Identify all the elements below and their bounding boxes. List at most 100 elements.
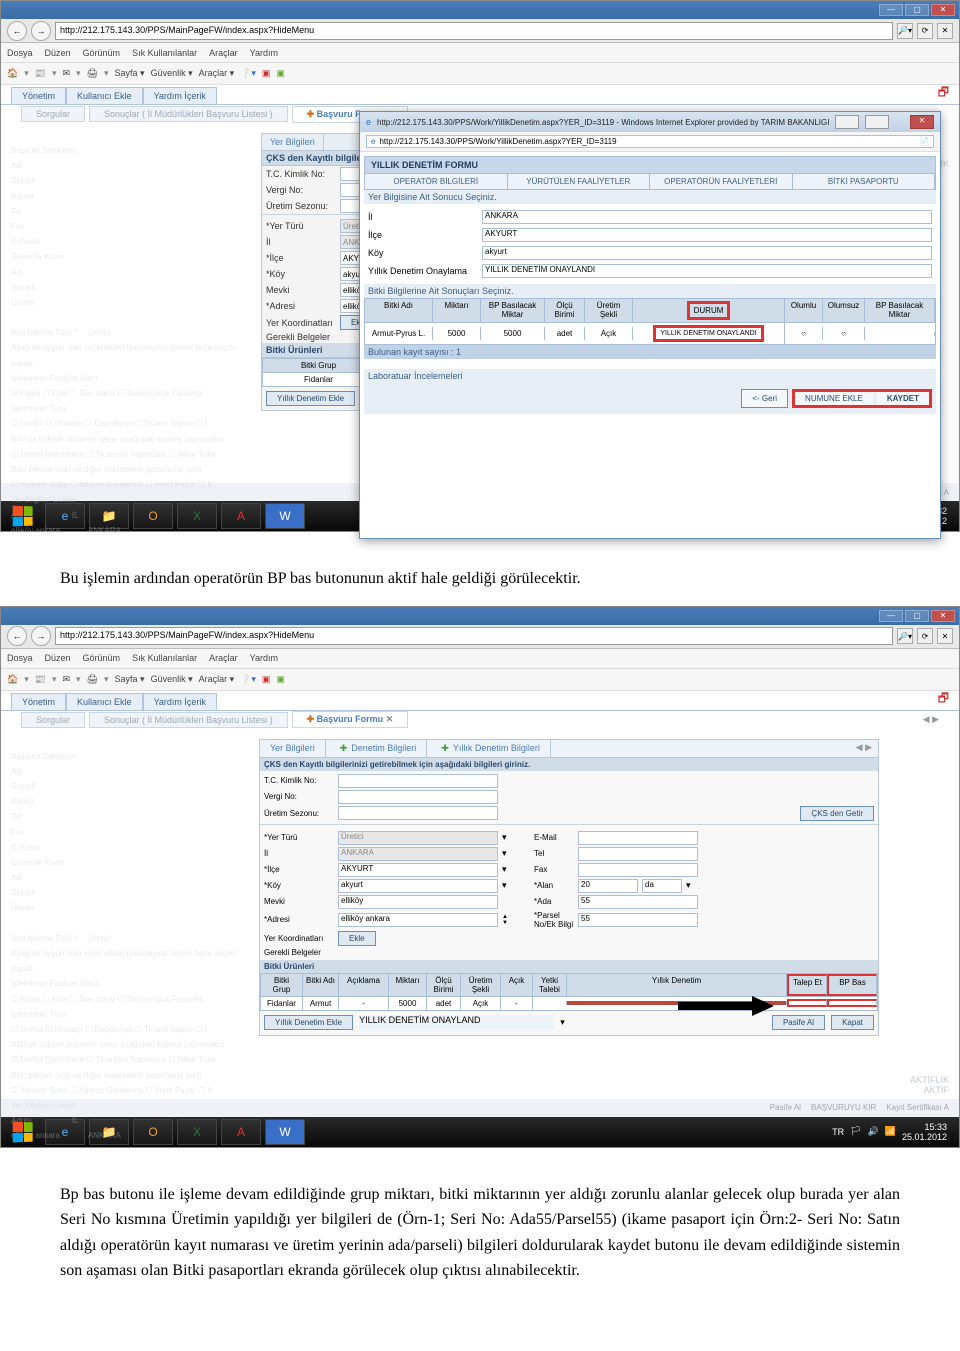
toolbar-icon-1[interactable]: ▣ [262, 674, 271, 685]
close-button[interactable]: ✕ [931, 4, 955, 16]
tab-bitki-pasaport[interactable]: BİTKİ PASAPORTU [793, 174, 936, 189]
inp-alan-unit[interactable]: da [642, 879, 682, 893]
btn-denetim-ekle[interactable]: Yıllık Denetim Ekle [264, 1015, 353, 1030]
tab-sorgular[interactable]: Sorgular [21, 106, 85, 122]
help-icon[interactable]: ❔▾ [240, 68, 256, 79]
taskbar-word-icon[interactable]: W [265, 503, 305, 529]
refresh-icon[interactable]: ⟳ [917, 628, 933, 644]
tab-yonetim[interactable]: Yönetim [11, 87, 66, 104]
search-dropdown[interactable]: 🔎▾ [897, 628, 913, 644]
url-field[interactable]: http://212.175.143.30/PPS/MainPageFW/ind… [55, 22, 893, 40]
inp-il[interactable]: ANKARA [338, 847, 498, 861]
search-dropdown[interactable]: 🔎▾ [897, 23, 913, 39]
menu-dosya[interactable]: Dosya [7, 48, 33, 58]
tab-operator[interactable]: OPERATÖR BİLGİLERİ [365, 174, 508, 189]
tab-yonetim[interactable]: Yönetim [11, 693, 66, 710]
back-button[interactable]: ← [7, 626, 27, 646]
tab-yer-bilgileri[interactable]: Yer Bilgileri [262, 134, 324, 150]
inp-ada[interactable]: 55 [578, 895, 698, 909]
home-icon[interactable]: 🏠 [7, 68, 18, 79]
popup-url[interactable]: e http://212.175.143.30/PPS/Work/YillikD… [366, 135, 934, 148]
popup-close[interactable]: ✕ [910, 115, 934, 129]
btn-pasife-al[interactable]: Pasife Al [772, 1015, 825, 1030]
tray-speaker-icon[interactable]: 🔊 [868, 1126, 879, 1137]
menu-sik[interactable]: Sık Kullanılanlar [132, 48, 197, 58]
btn-kaydet[interactable]: KAYDET [877, 392, 929, 405]
inp-fax[interactable] [578, 863, 698, 877]
stop-icon[interactable]: ✕ [937, 628, 953, 644]
tab-basvuru[interactable]: ✚ Başvuru Formu ✕ [292, 711, 409, 728]
tab-yurutulen[interactable]: YÜRÜTÜLEN FAALİYETLER [508, 174, 651, 189]
menu-gorunum[interactable]: Görünüm [83, 653, 121, 663]
popup-minimize[interactable] [835, 115, 859, 129]
inp-ilce[interactable]: AKYURT [338, 863, 498, 877]
page-menu[interactable]: Sayfa ▾ [115, 674, 145, 685]
toolbar-icon-2[interactable]: ▣ [276, 68, 285, 79]
tab-sonuclar[interactable]: Sonuçlar ( İl Müdürlükleri Başvuru Liste… [89, 106, 288, 122]
home-icon[interactable]: 🏠 [7, 674, 18, 685]
inp-tel[interactable] [578, 847, 698, 861]
btn-geri[interactable]: <- Geri [741, 389, 788, 408]
taskbar-word-icon[interactable]: W [265, 1119, 305, 1145]
refresh-icon[interactable]: ⟳ [917, 23, 933, 39]
tab-kullanici[interactable]: Kullanıcı Ekle [66, 693, 143, 710]
security-menu[interactable]: Güvenlik ▾ [151, 674, 193, 685]
tray-network-icon[interactable]: 📶 [885, 1126, 896, 1137]
tab-kullanici[interactable]: Kullanıcı Ekle [66, 87, 143, 104]
inp-mevki[interactable]: elliköy [338, 895, 498, 909]
btn-numune-ekle[interactable]: NUMUNE EKLE [795, 392, 873, 405]
toolbar-icon-2[interactable]: ▣ [276, 674, 285, 685]
btn-kapat[interactable]: Kapat [831, 1015, 874, 1030]
back-button[interactable]: ← [7, 21, 27, 41]
tab-yardim[interactable]: Yardım İçerik [143, 87, 217, 104]
mail-icon[interactable]: ✉ [63, 68, 71, 79]
val-onay[interactable]: YILLIK DENETİM ONAYLANDI [482, 264, 932, 278]
forward-button[interactable]: → [31, 21, 51, 41]
inp-adres[interactable]: elliköy ankara [338, 913, 498, 927]
footer-pasife[interactable]: Pasife Al [770, 1103, 801, 1112]
menu-yardim[interactable]: Yardım [250, 48, 278, 58]
tab-sonuclar[interactable]: Sonuçlar ( İl Müdürlükleri Başvuru Liste… [89, 712, 288, 728]
table-row[interactable]: Fidanlar Armut - 5000 adet Açık - [260, 997, 878, 1011]
page-menu[interactable]: Sayfa ▾ [115, 68, 145, 79]
table-row[interactable]: Armut-Pyrus L. 5000 5000 adet Açık YILLI… [364, 323, 936, 345]
help-icon[interactable]: ❔▾ [240, 674, 256, 685]
maximize-button[interactable]: ▢ [905, 610, 929, 622]
tools-menu[interactable]: Araçlar ▾ [199, 68, 235, 79]
dropdown-icon[interactable]: 📄 [919, 137, 929, 146]
security-menu[interactable]: Güvenlik ▾ [151, 68, 193, 79]
maximize-button[interactable]: ▢ [905, 4, 929, 16]
menu-araclar[interactable]: Araçlar [209, 48, 238, 58]
footer-basvuru[interactable]: BAŞVURUYU KİR [811, 1103, 876, 1112]
feed-icon[interactable]: 📰 [35, 68, 46, 79]
menu-araclar[interactable]: Araçlar [209, 653, 238, 663]
feed-icon[interactable]: 📰 [35, 674, 46, 685]
val-koy[interactable]: akyurt [482, 246, 932, 260]
inp-parsel[interactable]: 55 [578, 913, 698, 927]
menu-dosya[interactable]: Dosya [7, 653, 33, 663]
rss-icon[interactable]: 🗗 [938, 83, 949, 104]
url-field[interactable]: http://212.175.143.30/PPS/MainPageFW/ind… [55, 627, 893, 645]
btn-koord-ekle[interactable]: Ekle [338, 931, 376, 946]
print-icon[interactable]: 🖨 [87, 68, 98, 79]
close-button[interactable]: ✕ [931, 610, 955, 622]
tab-sorgular[interactable]: Sorgular [21, 712, 85, 728]
menu-duzen[interactable]: Düzen [45, 48, 71, 58]
menu-duzen[interactable]: Düzen [45, 653, 71, 663]
minimize-button[interactable]: — [879, 610, 903, 622]
btn-cks-getir[interactable]: ÇKS den Getir [800, 806, 874, 821]
print-icon[interactable]: 🖨 [87, 674, 98, 685]
tab-op-faal[interactable]: OPERATÖRÜN FAALİYETLERİ [650, 174, 793, 189]
tray-lang[interactable]: TR [832, 1127, 844, 1137]
rss-icon[interactable]: 🗗 [938, 689, 949, 710]
inp-koy[interactable]: akyurt [338, 879, 498, 893]
tools-menu[interactable]: Araçlar ▾ [199, 674, 235, 685]
tab-yardim[interactable]: Yardım İçerik [143, 693, 217, 710]
inp-email[interactable] [578, 831, 698, 845]
inp-yerturu[interactable]: Üretici [338, 831, 498, 845]
mail-icon[interactable]: ✉ [63, 674, 71, 685]
btn-denetim-ekle[interactable]: Yıllık Denetim Ekle [266, 391, 355, 406]
popup-maximize[interactable] [865, 115, 889, 129]
menu-sik[interactable]: Sık Kullanılanlar [132, 653, 197, 663]
inp-sezon[interactable] [338, 806, 498, 820]
